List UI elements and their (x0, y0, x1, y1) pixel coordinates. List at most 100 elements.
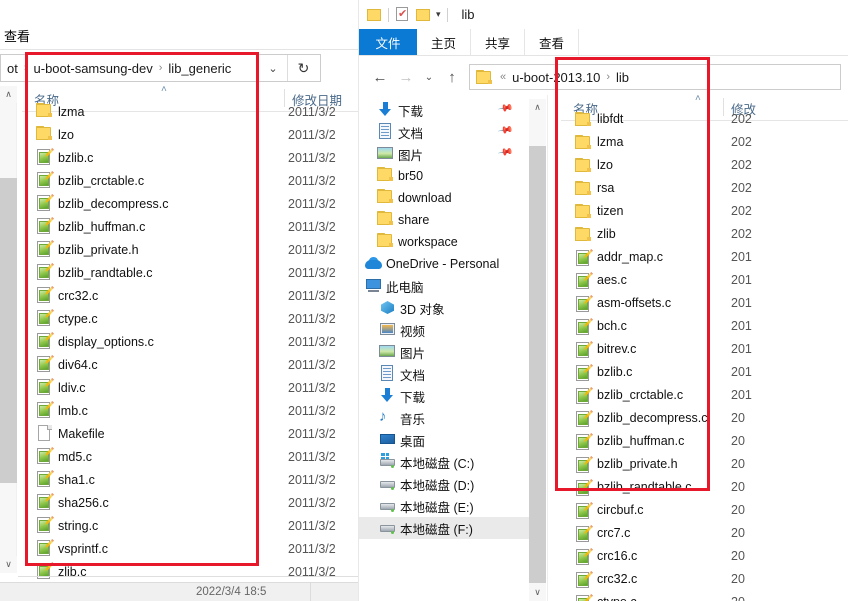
table-row[interactable]: lzo 2011/3/2 (18, 123, 358, 146)
scrollbar-thumb[interactable] (529, 146, 546, 583)
table-row[interactable]: asm-offsets.c 201 (561, 293, 848, 316)
table-row[interactable]: bzlib_private.h 2011/3/2 (18, 238, 358, 261)
left-breadcrumb-item-0[interactable]: u-boot-samsung-dev (30, 61, 157, 76)
left-breadcrumb-item-1[interactable]: lib_generic (164, 61, 235, 76)
table-row[interactable]: md5.c 2011/3/2 (18, 445, 358, 468)
properties-icon[interactable]: ✔ (395, 7, 410, 22)
sidebar-item-3[interactable]: br50 (359, 165, 529, 187)
scrollbar-thumb[interactable] (0, 178, 17, 483)
table-row[interactable]: bzlib_crctable.c 2011/3/2 (18, 169, 358, 192)
sidebar-item-0[interactable]: 下载 📌 (359, 99, 529, 121)
tab-share[interactable]: 共享 (471, 29, 525, 55)
table-row[interactable]: string.c 2011/3/2 (18, 514, 358, 537)
table-row[interactable]: bch.c 201 (561, 316, 848, 339)
sidebar-item-17[interactable]: 本地磁盘 (D:) (359, 473, 529, 495)
arrow-up-icon[interactable]: ↑ (439, 64, 465, 90)
pin-icon[interactable]: 📌 (497, 144, 514, 160)
table-row[interactable]: lzo 202 (561, 155, 848, 178)
table-row[interactable]: crc7.c 20 (561, 523, 848, 546)
table-row[interactable]: ctype.c 2011/3/2 (18, 307, 358, 330)
sidebar-item-label: 本地磁盘 (F:) (400, 522, 473, 537)
right-address-bar[interactable]: « u-boot-2013.10 › lib (469, 64, 841, 90)
scroll-up-icon[interactable]: ∧ (529, 99, 546, 116)
table-row[interactable]: crc16.c 20 (561, 546, 848, 569)
table-row[interactable]: bzlib_private.h 20 (561, 454, 848, 477)
sidebar-item-18[interactable]: 本地磁盘 (E:) (359, 495, 529, 517)
pin-icon[interactable]: 📌 (497, 122, 514, 138)
table-row[interactable]: bzlib_randtable.c 2011/3/2 (18, 261, 358, 284)
arrow-left-icon[interactable]: ← (367, 64, 393, 90)
table-row[interactable]: bzlib_huffman.c 20 (561, 431, 848, 454)
table-row[interactable]: bzlib_crctable.c 201 (561, 385, 848, 408)
table-row[interactable]: bitrev.c 201 (561, 339, 848, 362)
table-row[interactable]: div64.c 2011/3/2 (18, 353, 358, 376)
sidebar-item-19[interactable]: 本地磁盘 (F:) (359, 517, 529, 539)
left-breadcrumb-truncated[interactable]: ot (3, 61, 22, 76)
sidebar-item-16[interactable]: 本地磁盘 (C:) (359, 451, 529, 473)
sidebar-item-2[interactable]: 图片 📌 (359, 143, 529, 165)
table-row[interactable]: ldiv.c 2011/3/2 (18, 376, 358, 399)
table-row[interactable]: crc32.c 20 (561, 569, 848, 592)
table-row[interactable]: libfdt 202 (561, 109, 848, 132)
scroll-down-icon[interactable]: ∨ (529, 584, 546, 601)
table-row[interactable]: display_options.c 2011/3/2 (18, 330, 358, 353)
table-row[interactable]: bzlib_randtable.c 20 (561, 477, 848, 500)
sidebar-item-14[interactable]: ♪ 音乐 (359, 407, 529, 429)
sidebar-item-4[interactable]: download (359, 187, 529, 209)
sidebar-item-7[interactable]: OneDrive - Personal (359, 253, 529, 275)
table-row[interactable]: lzma 2011/3/2 (18, 100, 358, 123)
sidebar-item-11[interactable]: 图片 (359, 341, 529, 363)
sidebar-item-9[interactable]: 3D 对象 (359, 297, 529, 319)
sidebar-item-13[interactable]: 下载 (359, 385, 529, 407)
right-breadcrumb-item-1[interactable]: lib (612, 70, 633, 85)
sidebar-item-15[interactable]: 桌面 (359, 429, 529, 451)
table-row[interactable]: bzlib.c 2011/3/2 (18, 146, 358, 169)
left-ribbon-tab-view[interactable]: 查看 (4, 26, 30, 45)
table-row[interactable]: tizen 202 (561, 201, 848, 224)
table-row[interactable]: aes.c 201 (561, 270, 848, 293)
table-row[interactable]: zlib 202 (561, 224, 848, 247)
sidebar-item-10[interactable]: 视频 (359, 319, 529, 341)
left-list-scrollbar[interactable]: ∧ ∨ (0, 86, 17, 573)
table-row[interactable]: bzlib_decompress.c 2011/3/2 (18, 192, 358, 215)
scroll-up-icon[interactable]: ∧ (0, 86, 17, 103)
tab-view[interactable]: 查看 (525, 29, 579, 55)
arrow-right-icon[interactable]: → (393, 64, 419, 90)
sidebar-item-6[interactable]: workspace (359, 231, 529, 253)
table-row[interactable]: sha1.c 2011/3/2 (18, 468, 358, 491)
table-row[interactable]: Makefile 2011/3/2 (18, 422, 358, 445)
save-folder-icon[interactable] (367, 8, 382, 22)
sidebar-item-1[interactable]: 文档 📌 (359, 121, 529, 143)
table-row[interactable]: circbuf.c 20 (561, 500, 848, 523)
file-name: bzlib.c (597, 365, 633, 379)
left-address-bar[interactable]: ot › u-boot-samsung-dev › lib_generic ⌄ … (0, 54, 321, 82)
table-row[interactable]: lzma 202 (561, 132, 848, 155)
sidebar-item-5[interactable]: share (359, 209, 529, 231)
sidebar-item-8[interactable]: 此电脑 (359, 275, 529, 297)
table-row[interactable]: addr_map.c 201 (561, 247, 848, 270)
recent-locations-chevron-down-icon[interactable]: ⌄ (419, 64, 439, 90)
table-row[interactable]: sha256.c 2011/3/2 (18, 491, 358, 514)
file-modified-date: 202 (731, 112, 752, 126)
chevron-down-icon[interactable]: ⌄ (260, 55, 286, 81)
pane-splitter[interactable] (547, 95, 548, 601)
table-row[interactable]: bzlib_huffman.c 2011/3/2 (18, 215, 358, 238)
scroll-down-icon[interactable]: ∨ (0, 556, 17, 573)
right-breadcrumb-item-0[interactable]: u-boot-2013.10 (508, 70, 604, 85)
table-row[interactable]: lmb.c 2011/3/2 (18, 399, 358, 422)
sidebar-item-12[interactable]: 文档 (359, 363, 529, 385)
table-row[interactable]: rsa 202 (561, 178, 848, 201)
tab-home[interactable]: 主页 (417, 29, 471, 55)
right-nav-scrollbar[interactable]: ∧ ∨ (529, 99, 546, 601)
customize-qat-chevron-down-icon[interactable]: ▾ (436, 9, 441, 20)
pin-icon[interactable]: 📌 (497, 100, 514, 116)
new-folder-icon[interactable] (416, 8, 431, 22)
table-row[interactable]: zlib.c 2011/3/2 (18, 560, 358, 583)
table-row[interactable]: bzlib.c 201 (561, 362, 848, 385)
refresh-icon[interactable]: ↻ (287, 55, 319, 81)
table-row[interactable]: ctype.c 20 (561, 592, 848, 601)
table-row[interactable]: vsprintf.c 2011/3/2 (18, 537, 358, 560)
tab-file[interactable]: 文件 (359, 29, 417, 55)
table-row[interactable]: crc32.c 2011/3/2 (18, 284, 358, 307)
table-row[interactable]: bzlib_decompress.c 20 (561, 408, 848, 431)
